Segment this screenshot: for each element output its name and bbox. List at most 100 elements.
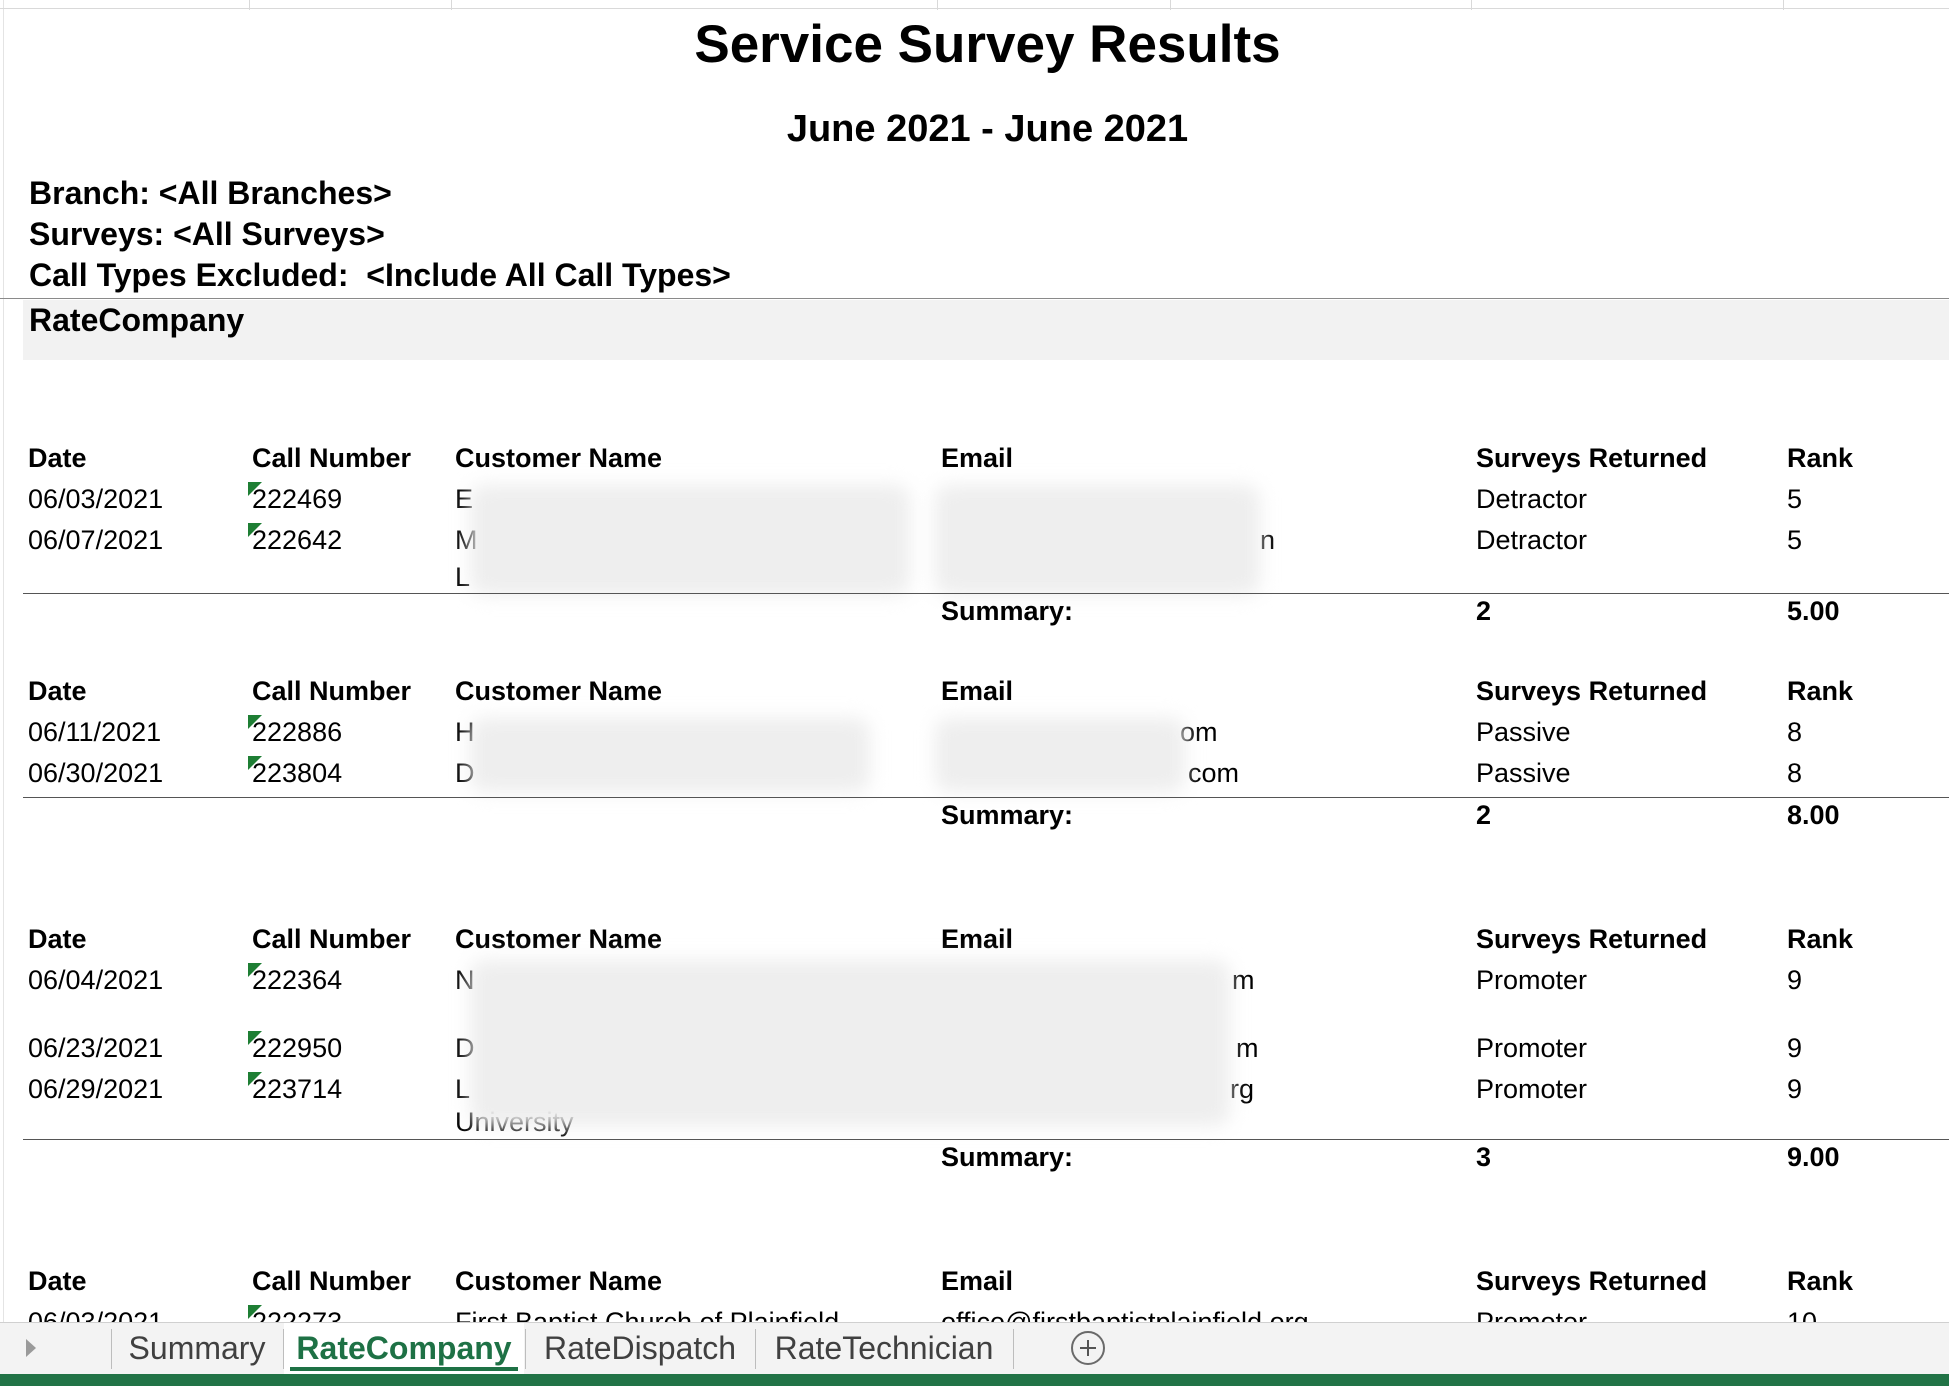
column-header-customer-name: Customer Name — [455, 924, 663, 954]
column-header-rank: Rank — [1787, 443, 1854, 473]
cell-date[interactable]: 06/04/2021 — [28, 965, 163, 996]
comment-marker-icon — [248, 482, 262, 496]
cell-rank[interactable]: 8 — [1787, 758, 1802, 789]
cell-rank[interactable]: 5 — [1787, 525, 1802, 556]
status-bar — [0, 1374, 1949, 1386]
branch-filter: Branch: <All Branches> — [29, 175, 392, 211]
cell-email[interactable]: rg — [1230, 1074, 1254, 1105]
cell-survey-result[interactable]: Detractor — [1476, 525, 1587, 556]
worksheet-area[interactable]: Service Survey Results June 2021 - June … — [0, 0, 1949, 1322]
tab-ratecompany[interactable]: RateCompany — [284, 1323, 524, 1375]
surveys-filter: Surveys: <All Surveys> — [29, 216, 385, 252]
column-header-email: Email — [941, 676, 1014, 706]
tab-summary[interactable]: Summary — [112, 1323, 282, 1375]
cell-customer-name[interactable]: First Baptist Church of Plainfield — [455, 1307, 839, 1322]
column-header-email: Email — [941, 924, 1014, 954]
comment-marker-icon — [248, 1072, 262, 1086]
tab-ratetechnician[interactable]: RateTechnician — [756, 1323, 1012, 1375]
cell-survey-result[interactable]: Promoter — [1476, 1074, 1587, 1105]
column-header-rank: Rank — [1787, 1266, 1854, 1296]
cell-call-number[interactable]: 223804 — [248, 756, 342, 789]
cell-survey-result[interactable]: Promoter — [1476, 1033, 1587, 1064]
cell-email[interactable]: om — [1180, 717, 1218, 748]
survey-group: Date Call Number Customer Name Email Sur… — [0, 924, 1949, 1172]
summary-rule — [23, 797, 1949, 798]
cell-date[interactable]: 06/03/2021 — [28, 484, 163, 515]
cell-email[interactable]: n — [1260, 525, 1275, 556]
summary-rule — [23, 593, 1949, 594]
cell-survey-result[interactable]: Detractor — [1476, 484, 1587, 515]
column-header-surveys-returned: Surveys Returned — [1476, 924, 1708, 954]
add-sheet-icon[interactable] — [1071, 1331, 1105, 1365]
comment-marker-icon — [248, 963, 262, 977]
scroll-tabs-right-icon[interactable] — [26, 1339, 36, 1357]
cell-email[interactable]: m — [1232, 965, 1255, 996]
section-band — [23, 300, 1949, 360]
cell-survey-result[interactable]: Passive — [1476, 758, 1571, 789]
cell-call-number[interactable]: 222886 — [248, 715, 342, 748]
summary-rank[interactable]: 5.00 — [1787, 596, 1840, 627]
call-types-filter: Call Types Excluded: <Include All Call T… — [29, 257, 731, 293]
summary-count[interactable]: 2 — [1476, 800, 1491, 831]
report-title: Service Survey Results — [694, 15, 1281, 74]
column-header-customer-name: Customer Name — [455, 443, 663, 473]
column-header-surveys-returned: Surveys Returned — [1476, 676, 1708, 706]
comment-marker-icon — [248, 1305, 262, 1319]
cell-call-number[interactable]: 222273 — [248, 1305, 342, 1322]
cell-rank[interactable]: 9 — [1787, 1033, 1802, 1064]
survey-group: Date Call Number Customer Name Email Sur… — [0, 676, 1949, 830]
summary-rank[interactable]: 8.00 — [1787, 800, 1840, 831]
cell-email[interactable]: office@firstbaptistplainfield.org — [941, 1307, 1309, 1322]
column-gridline — [1170, 0, 1171, 10]
summary-count[interactable]: 3 — [1476, 1142, 1491, 1173]
cell-date[interactable]: 06/29/2021 — [28, 1074, 163, 1105]
column-header-rank: Rank — [1787, 676, 1854, 706]
column-header-email: Email — [941, 443, 1014, 473]
cell-rank[interactable]: 9 — [1787, 965, 1802, 996]
redacted-customer-names — [470, 485, 910, 595]
cell-survey-result[interactable]: Promoter — [1476, 1307, 1587, 1322]
comment-marker-icon — [248, 523, 262, 537]
cell-call-number[interactable]: 222950 — [248, 1031, 342, 1064]
comment-marker-icon — [248, 715, 262, 729]
column-header-date: Date — [28, 676, 87, 706]
summary-label: Summary: — [941, 596, 1074, 626]
survey-group: Date Call Number Customer Name Email Sur… — [0, 443, 1949, 626]
column-header-date: Date — [28, 1266, 87, 1296]
column-gridline — [937, 0, 938, 10]
cell-date[interactable]: 06/11/2021 — [28, 717, 161, 748]
tab-ratedispatch[interactable]: RateDispatch — [526, 1323, 754, 1375]
cell-email[interactable]: m — [1236, 1033, 1259, 1064]
column-header-surveys-returned: Surveys Returned — [1476, 443, 1708, 473]
summary-label: Summary: — [941, 800, 1074, 830]
column-header-surveys-returned: Surveys Returned — [1476, 1266, 1708, 1296]
column-header-call-number: Call Number — [252, 443, 412, 473]
cell-rank[interactable]: 9 — [1787, 1074, 1802, 1105]
column-header-call-number: Call Number — [252, 1266, 412, 1296]
cell-survey-result[interactable]: Passive — [1476, 717, 1571, 748]
cell-rank[interactable]: 10 — [1787, 1307, 1817, 1322]
cell-call-number[interactable]: 222642 — [248, 523, 342, 556]
cell-rank[interactable]: 5 — [1787, 484, 1802, 515]
column-header-date: Date — [28, 443, 87, 473]
grid-top-line — [0, 8, 1949, 9]
redacted-customer-names — [470, 960, 1230, 1126]
summary-rank[interactable]: 9.00 — [1787, 1142, 1840, 1173]
cell-date[interactable]: 06/07/2021 — [28, 525, 163, 556]
cell-date[interactable]: 06/30/2021 — [28, 758, 163, 789]
cell-email[interactable]: com — [1188, 758, 1239, 789]
cell-customer-name[interactable]: L — [455, 1074, 470, 1105]
redacted-emails — [935, 718, 1185, 792]
cell-customer-name-wrap: L — [455, 562, 471, 592]
cell-call-number[interactable]: 222469 — [248, 482, 342, 515]
cell-call-number[interactable]: 223714 — [248, 1072, 342, 1105]
cell-survey-result[interactable]: Promoter — [1476, 965, 1587, 996]
summary-count[interactable]: 2 — [1476, 596, 1491, 627]
column-header-call-number: Call Number — [252, 924, 412, 954]
cell-rank[interactable]: 8 — [1787, 717, 1802, 748]
cell-call-number[interactable]: 222364 — [248, 963, 342, 996]
grid-left-edge — [3, 0, 4, 1322]
cell-date[interactable]: 06/03/2021 — [28, 1307, 163, 1322]
cell-date[interactable]: 06/23/2021 — [28, 1033, 163, 1064]
column-header-call-number: Call Number — [252, 676, 412, 706]
